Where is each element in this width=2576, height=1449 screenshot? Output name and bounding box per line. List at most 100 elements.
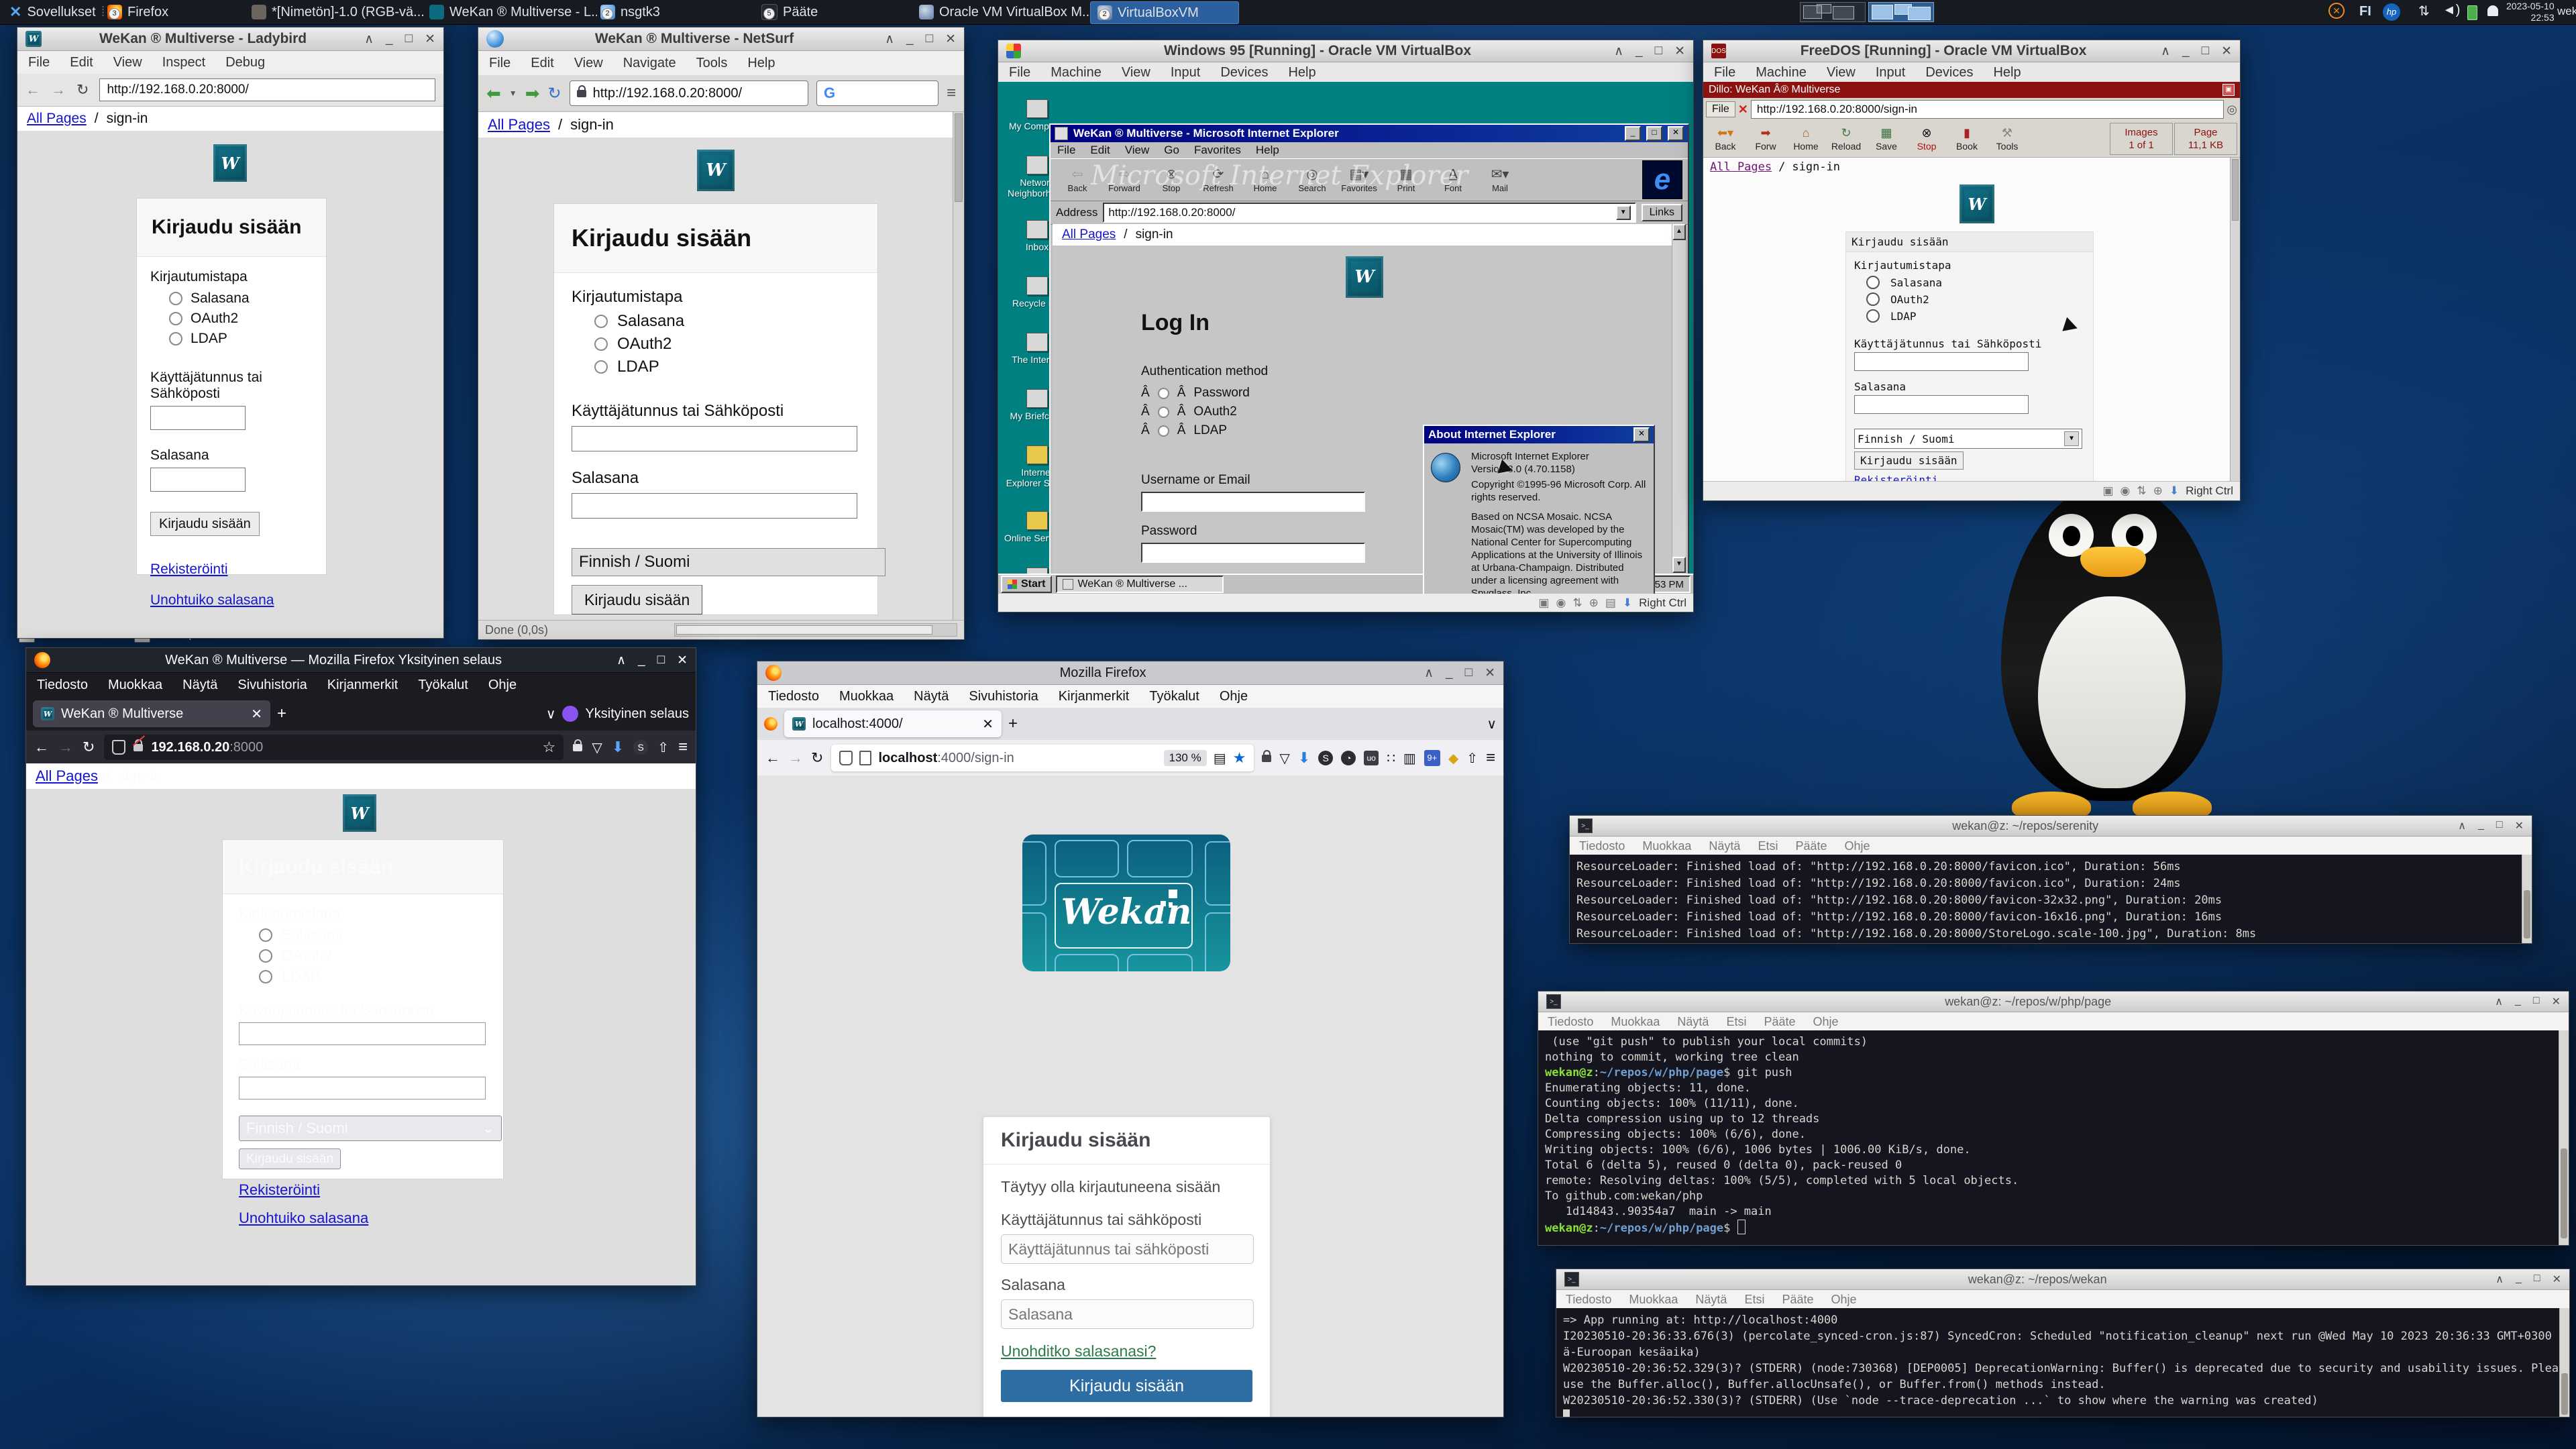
shield-toolbar-icon[interactable]: ▽ [592,739,602,756]
workspace-pager[interactable] [1800,2,1934,22]
tab-close-icon[interactable]: ✕ [251,706,262,722]
password-input[interactable] [150,468,246,492]
forward-icon[interactable]: → [51,81,66,99]
lock-toolbar-icon[interactable] [1262,755,1271,762]
dillo-bookmarks-button[interactable]: ▮Book [1947,126,1986,152]
menu-tiedosto[interactable]: Tiedosto [37,678,88,693]
menu-machine[interactable]: Machine [1756,65,1807,80]
maximize-button[interactable]: □ [2496,819,2503,833]
close-button[interactable]: ✕ [677,653,688,668]
taskbar-item-gimp[interactable]: *[Nimetön]-1.0 (RGB-vä... [245,1,426,23]
dillo-save-button[interactable]: ▦Save [1867,126,1906,152]
extension-puzzle-icon[interactable]: ⇧ [1466,750,1478,767]
menu-help[interactable]: Help [747,56,775,71]
minimize-button[interactable]: _ [1635,44,1643,59]
minimize-button[interactable]: _ [386,32,393,47]
dillo-reload-button[interactable]: ↻Reload [1827,126,1866,152]
forgot-password-link[interactable]: Unohtuiko salasana [239,1210,368,1226]
maximize-button[interactable]: □ [2202,44,2209,59]
menu-edit[interactable]: Edit [70,55,93,70]
radio-label[interactable]: LDAP [282,968,320,985]
forward-icon[interactable]: → [788,749,803,767]
menu-view[interactable]: View [1122,65,1150,80]
vbox-titlebar[interactable]: DOS FreeDOS [Running] - Oracle VM Virtua… [1703,40,2240,62]
menu-input[interactable]: Input [1171,65,1200,80]
send-tab-icon[interactable]: ⇧ [657,739,669,756]
hp-tray-icon[interactable]: hp [2383,3,2400,21]
menu-icon[interactable]: ≡ [678,738,688,757]
menu-help[interactable]: Help [1993,65,2021,80]
radio-oauth2[interactable] [169,312,182,325]
close-button[interactable]: ✕ [1674,44,1685,59]
close-button[interactable]: ✕ [1485,665,1495,681]
maximize-button[interactable]: □ [405,32,413,47]
shade-button[interactable]: ∧ [1614,44,1623,59]
radio-label[interactable]: OAuth2 [617,335,672,354]
reload-icon[interactable]: ↻ [547,84,561,103]
radio-ldap[interactable] [259,970,272,983]
minimize-button[interactable]: _ [1625,126,1641,141]
menu-kirjanmerkit[interactable]: Kirjanmerkit [327,678,398,693]
menu-tiedosto[interactable]: Tiedosto [1579,839,1625,853]
menu-machine[interactable]: Machine [1051,65,1102,80]
login-button[interactable]: Kirjaudu sisään [1854,451,1964,470]
close-button[interactable]: ✕ [425,32,435,47]
shade-button[interactable]: ∧ [616,653,626,668]
menu-file[interactable]: File [489,56,511,71]
radio-label[interactable]: Salasana [191,290,250,307]
terminal-output[interactable]: ResourceLoader: Finished load of: "http:… [1570,855,2532,943]
menu-ohje[interactable]: Ohje [1831,1293,1857,1307]
search-box[interactable]: G [816,80,938,106]
menu-etsi[interactable]: Etsi [1744,1293,1764,1307]
all-pages-link[interactable]: All Pages [1710,160,1772,174]
all-pages-link[interactable]: All Pages [27,111,87,127]
menu-muokkaa[interactable]: Muokkaa [1642,839,1691,853]
username-input[interactable] [572,426,857,451]
taskbar-item-virtualboxvm[interactable]: 2 VirtualBoxVM [1090,1,1239,24]
menu-paate[interactable]: Pääte [1795,839,1827,853]
register-link[interactable]: Rekisteröinti [239,1181,320,1198]
taskbar-task-wekan[interactable]: WeKan ® Multiverse ... [1056,576,1224,593]
password-input[interactable] [1854,395,2029,414]
dillo-forward-button[interactable]: ➡Forw [1746,126,1785,152]
alarm-tray-icon[interactable]: ✕ [2328,3,2345,19]
radio-ldap[interactable] [169,332,182,345]
dillo-stop-button[interactable]: ⊗Stop [1907,126,1946,152]
tab-list-dropdown-icon[interactable]: ∨ [1487,716,1497,733]
menu-help[interactable]: Help [1288,65,1316,80]
minimize-button[interactable]: _ [2516,1273,2522,1286]
shade-button[interactable]: ∧ [2495,995,2503,1008]
radio-label[interactable]: Salasana [617,312,684,331]
maximize-button[interactable]: □ [2533,995,2540,1008]
forgot-password-link[interactable]: Unohtuiko salasana [150,592,274,608]
menu-view[interactable]: View [1827,65,1856,80]
back-icon[interactable]: ← [765,749,780,767]
close-button[interactable]: ✕ [1668,126,1684,141]
menu-kirjanmerkit[interactable]: Kirjanmerkit [1059,689,1130,704]
maximize-button[interactable]: □ [1465,665,1472,681]
username-input[interactable] [1001,1234,1254,1264]
maximize-button[interactable]: □ [2534,1273,2540,1286]
terminal-titlebar[interactable]: >_ wekan@z: ~/repos/serenity ∧_□✕ [1570,816,2532,837]
dillo-file-button[interactable]: File [1706,101,1735,117]
forward-icon[interactable]: → [58,739,73,756]
login-button[interactable]: Kirjaudu sisään [572,585,702,614]
firefox-titlebar[interactable]: WeKan ® Multiverse — Mozilla Firefox Yks… [26,648,696,673]
volume-tray-icon[interactable]: ◄) [2443,3,2460,18]
horizontal-scrollbar[interactable] [674,623,957,637]
reload-icon[interactable]: ↻ [83,739,95,756]
menu-favorites[interactable]: Favorites [1194,144,1241,157]
forgot-password-link[interactable]: Unohditko salasanasi? [1001,1342,1156,1360]
radio-oauth2[interactable] [259,949,272,963]
terminal-titlebar[interactable]: >_ wekan@z: ~/repos/wekan ∧_□✕ [1556,1269,2569,1290]
menu-sivuhistoria[interactable]: Sivuhistoria [237,678,307,693]
minimize-button[interactable]: _ [1446,665,1453,681]
radio-oauth2[interactable] [594,337,608,351]
dillo-back-button[interactable]: ⬅▾Back [1706,126,1745,152]
pip-icon[interactable]: ▤ [1214,750,1226,767]
password-input[interactable] [572,493,857,519]
minimize-button[interactable]: _ [638,653,645,668]
workspace-2[interactable] [1868,2,1934,22]
radio-label[interactable]: LDAP [617,358,659,376]
shade-button[interactable]: ∧ [1424,665,1434,681]
